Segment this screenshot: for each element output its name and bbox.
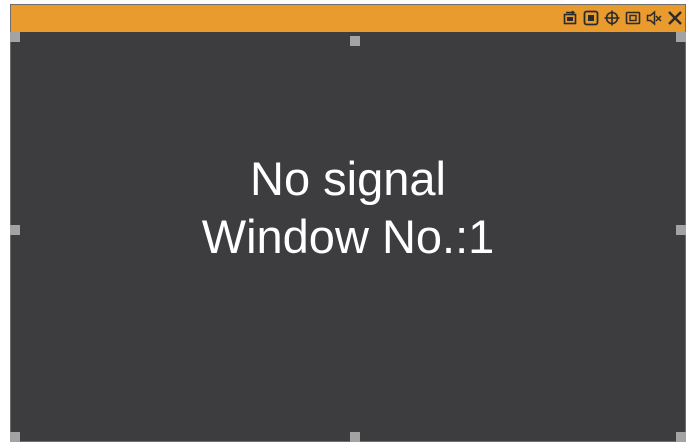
- window-toolbar: [561, 8, 683, 28]
- resize-handle-bottom-right[interactable]: [676, 432, 686, 442]
- move-button[interactable]: [603, 10, 620, 27]
- fullscreen-icon: [583, 10, 598, 26]
- fullscreen-button[interactable]: [582, 10, 599, 27]
- move-icon: [604, 10, 619, 26]
- mute-icon: [646, 10, 662, 26]
- restore-icon: [625, 11, 640, 25]
- close-button[interactable]: [666, 10, 683, 27]
- resize-handle-bottom-center[interactable]: [350, 432, 360, 442]
- source-switch-icon: [563, 10, 576, 25]
- resize-handle-middle-left[interactable]: [10, 225, 20, 235]
- window-number-text: Window No.:1: [201, 210, 495, 263]
- resize-handle-bottom-left[interactable]: [10, 432, 20, 442]
- resize-handle-top-center[interactable]: [350, 36, 360, 46]
- video-display-area[interactable]: No signal Window No.:1: [11, 32, 685, 441]
- source-switch-button[interactable]: [561, 10, 578, 27]
- resize-handle-middle-right[interactable]: [676, 225, 686, 235]
- no-signal-message: No signal Window No.:1: [11, 150, 685, 266]
- signal-status-text: No signal: [250, 152, 446, 205]
- resize-handle-top-left[interactable]: [10, 32, 20, 42]
- restore-button[interactable]: [624, 10, 641, 27]
- window-title-bar[interactable]: [11, 5, 685, 32]
- mute-button[interactable]: [645, 10, 662, 27]
- resize-handle-top-right[interactable]: [676, 32, 686, 42]
- close-icon: [667, 11, 682, 25]
- video-window[interactable]: No signal Window No.:1: [10, 4, 686, 442]
